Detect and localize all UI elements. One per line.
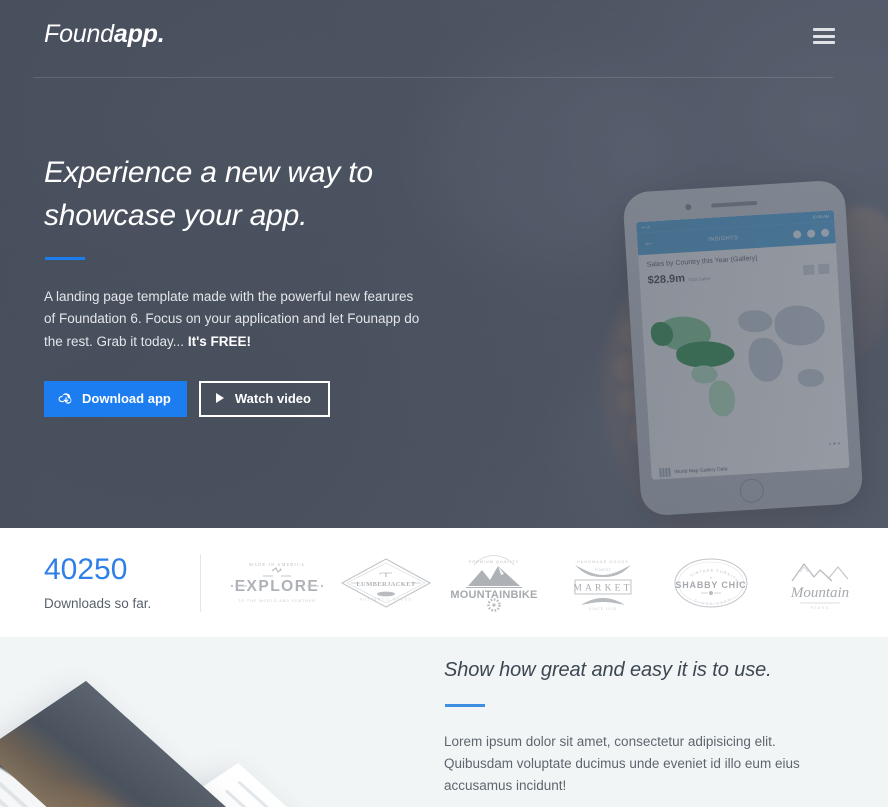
svg-text:FINEST: FINEST (594, 568, 611, 572)
downloads-stat: 40250 Downloads so far. (0, 552, 200, 611)
hero-paragraph-emphasis: It's FREE! (187, 333, 252, 349)
brand-logo-strip: MADE IN AMERICA EXPLORE TO THE WORLD AND… (201, 553, 888, 613)
feature-text-block: Show how great and easy it is to use. Lo… (444, 659, 864, 797)
hamburger-line (813, 34, 835, 38)
brand-logo-lumberjacket: f LUMBERJACKET AUTHENTIC GOODS (336, 553, 436, 613)
downloads-count: 40250 (44, 552, 128, 586)
logo-suffix: app. (113, 20, 165, 48)
header-divider (33, 77, 833, 78)
feature-mockup-image (0, 637, 420, 807)
feature-heading: Show how great and easy it is to use. (444, 659, 772, 681)
feature-paragraph: Lorem ipsum dolor sit amet, consectetur … (444, 734, 800, 793)
feature-section: Show how great and easy it is to use. Lo… (0, 637, 888, 807)
shabby-main-text: SHABBY CHIC (676, 580, 747, 590)
hero-paragraph: A landing page template made with the po… (44, 286, 426, 353)
brand-logo-market: HANDMADE GOODS FINEST MARKET SINCE 1928 (553, 553, 653, 613)
mountain-bottom-text: PEAKS (810, 606, 829, 610)
downloads-label: Downloads so far. (44, 595, 152, 611)
landing-page: ••• ıll 10:06 AM ← INSIGHTS Sales by Cou… (0, 0, 888, 807)
hero-heading: Experience a new way to showcase your ap… (44, 156, 373, 232)
market-bottom-text: SINCE 1928 (589, 607, 617, 611)
download-app-button[interactable]: Download app (44, 380, 187, 417)
stats-section: 40250 Downloads so far. MADE IN AMERICA … (0, 528, 888, 637)
mountainbike-main-text: MOUNTAINBIKE (451, 589, 538, 601)
market-top-text: HANDMADE GOODS (577, 560, 629, 564)
hamburger-line (813, 28, 835, 31)
watch-video-button[interactable]: Watch video (198, 380, 330, 417)
lumberjacket-bottom-text: AUTHENTIC GOODS (360, 597, 412, 601)
cloud-download-icon (58, 393, 72, 404)
download-app-label: Download app (82, 390, 171, 406)
market-main-text: MARKET (573, 583, 632, 593)
mountainbike-top-text: PREMIUM QUALITY (469, 560, 519, 564)
explore-bottom-text: TO THE WORLD AND FURTHER (238, 599, 316, 603)
feature-accent-bar (445, 704, 485, 707)
watch-video-label: Watch video (234, 390, 311, 406)
play-triangle-icon (215, 393, 224, 404)
brand-logo-mountain: Mountain PEAKS (770, 553, 870, 613)
hero-section: ••• ıll 10:06 AM ← INSIGHTS Sales by Cou… (0, 0, 888, 528)
mountain-main-text: Mountain (790, 585, 849, 601)
site-logo[interactable]: Foundapp. (44, 20, 165, 49)
hero-content: Experience a new way to showcase your ap… (44, 152, 474, 417)
site-header: Foundapp. (0, 0, 888, 78)
brand-logo-shabby-chic: VINTAGE FURNITURE ✦ SHABBY CHIC SINCE 19… (661, 553, 761, 613)
svg-text:f: f (385, 573, 388, 579)
hamburger-menu-icon[interactable] (813, 28, 835, 44)
hero-accent-bar (45, 257, 85, 261)
logo-prefix: Found (44, 20, 114, 48)
lumberjacket-main-text: LUMBERJACKET (356, 581, 416, 588)
explore-top-text: MADE IN AMERICA (249, 562, 305, 567)
brand-logo-explore: MADE IN AMERICA EXPLORE TO THE WORLD AND… (227, 553, 327, 613)
hero-button-group: Download app Watch video (44, 380, 474, 417)
hamburger-line (813, 41, 835, 44)
brand-logo-mountainbike: PREMIUM QUALITY MOUNTAINBIKE (444, 553, 544, 613)
explore-main-text: EXPLORE (235, 578, 320, 595)
